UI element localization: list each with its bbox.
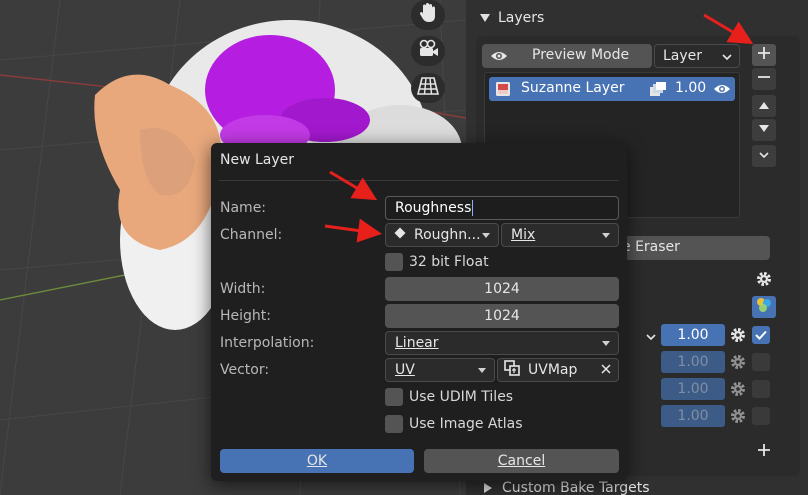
uvmap-selector[interactable]: UVMap [497,358,619,382]
vector-value: UV [395,362,415,378]
move-layer-up-button[interactable] [752,95,776,117]
channel-dropdown-value: Roughn... [414,227,481,243]
name-label: Name: [220,200,267,216]
channel-enabled-checkbox[interactable] [752,353,770,371]
grid-tool-button[interactable] [411,73,445,103]
chevron-down-icon [482,232,490,238]
udim-checkbox-row[interactable]: Use UDIM Tiles [385,388,513,406]
plus-icon [757,46,771,64]
channel-value-field[interactable]: 1.00 [661,378,725,400]
channel-enabled-checkbox[interactable] [752,326,770,344]
interpolation-value: Linear [395,335,439,351]
preview-mode-button[interactable]: Preview Mode [482,44,652,68]
plus-icon [757,443,771,461]
width-label: Width: [220,281,266,297]
vector-label: Vector: [220,362,270,378]
channel-dropdown[interactable]: Roughn... [385,223,499,247]
channel-enabled-checkbox[interactable] [752,407,770,425]
vector-dropdown[interactable]: UV [385,358,495,382]
new-layer-dialog: New Layer Name: Roughness Channel: Rough… [211,143,627,481]
layer-name: Suzanne Layer [521,80,625,96]
collapse-triangle-icon [480,14,490,22]
name-input-value: Roughness [395,200,472,216]
float-checkbox[interactable] [385,253,403,271]
layer-type-value: Layer [663,48,703,64]
height-field[interactable]: 1024 [385,304,619,328]
camera-icon [417,39,439,63]
eraser-button-label: e Eraser [622,239,680,255]
chevron-down-icon [478,367,486,373]
custom-bake-targets-label: Custom Bake Targets [502,480,650,495]
atlas-checkbox[interactable] [385,415,403,433]
gear-icon[interactable] [728,406,748,426]
diamond-icon [394,227,406,243]
float-checkbox-row[interactable]: 32 bit Float [385,253,489,271]
float-checkbox-label: 32 bit Float [409,254,489,270]
hand-tool-button[interactable] [411,0,445,30]
udim-checkbox-label: Use UDIM Tiles [409,389,514,405]
opacity-icon [649,81,667,101]
custom-bake-targets-header[interactable]: Custom Bake Targets [484,480,650,495]
grid-icon [416,76,440,100]
arrow-up-icon [758,98,770,114]
channel-value-field[interactable]: 1.00 [661,351,725,373]
channel-value-field[interactable]: 1.00 [661,324,725,346]
layer-visibility-eye-icon[interactable] [713,81,731,101]
interpolation-dropdown[interactable]: Linear [385,331,619,355]
eye-icon [490,48,508,68]
uvmap-value: UVMap [528,362,578,378]
chevron-down-icon[interactable] [645,330,657,346]
atlas-checkbox-row[interactable]: Use Image Atlas [385,415,522,433]
blend-mode-value: Mix [511,227,536,243]
text-cursor [472,200,474,216]
hand-icon [418,2,438,28]
close-icon[interactable] [601,362,611,378]
height-label: Height: [220,308,271,324]
settings-button[interactable] [752,270,776,292]
interpolation-label: Interpolation: [220,335,315,351]
chevron-down-icon [758,148,770,164]
layer-row-suzanne[interactable]: Suzanne Layer 1.00 [489,77,735,101]
channel-value-field[interactable]: 1.00 [661,405,725,427]
atlas-checkbox-label: Use Image Atlas [409,416,523,432]
name-input[interactable]: Roughness [385,196,619,220]
minus-icon [757,70,771,88]
color-circles-icon [755,296,773,318]
add-layer-button[interactable] [752,44,776,66]
move-layer-down-button[interactable] [752,119,776,141]
cancel-button[interactable]: Cancel [424,449,619,473]
layer-opacity[interactable]: 1.00 [675,80,706,96]
add-channel-button[interactable] [752,441,776,463]
chevron-down-icon [602,340,610,346]
ok-button[interactable]: OK [220,449,414,473]
chevron-down-icon [721,50,733,66]
layer-type-dropdown[interactable]: Layer [654,44,740,68]
udim-checkbox[interactable] [385,388,403,406]
gear-icon [755,270,773,292]
expand-triangle-icon [484,483,492,493]
width-field[interactable]: 1024 [385,277,619,301]
channel-label: Channel: [220,227,283,243]
dialog-title: New Layer [220,152,295,168]
layers-header-label: Layers [498,10,545,26]
layer-specials-menu-button[interactable] [752,145,776,167]
gear-icon[interactable] [728,325,748,345]
layers-panel-header[interactable]: Layers [480,10,544,26]
preview-mode-label: Preview Mode [532,47,630,63]
arrow-down-icon [758,122,770,138]
uvmap-icon [504,360,520,380]
image-layer-icon [495,81,511,101]
channel-colors-button[interactable] [752,296,776,318]
chevron-down-icon [602,232,610,238]
dialog-separator [219,180,619,181]
blend-mode-dropdown[interactable]: Mix [501,223,619,247]
channel-enabled-checkbox[interactable] [752,380,770,398]
remove-layer-button[interactable] [752,68,776,90]
gear-icon[interactable] [728,379,748,399]
gear-icon[interactable] [728,352,748,372]
camera-tool-button[interactable] [411,36,445,66]
